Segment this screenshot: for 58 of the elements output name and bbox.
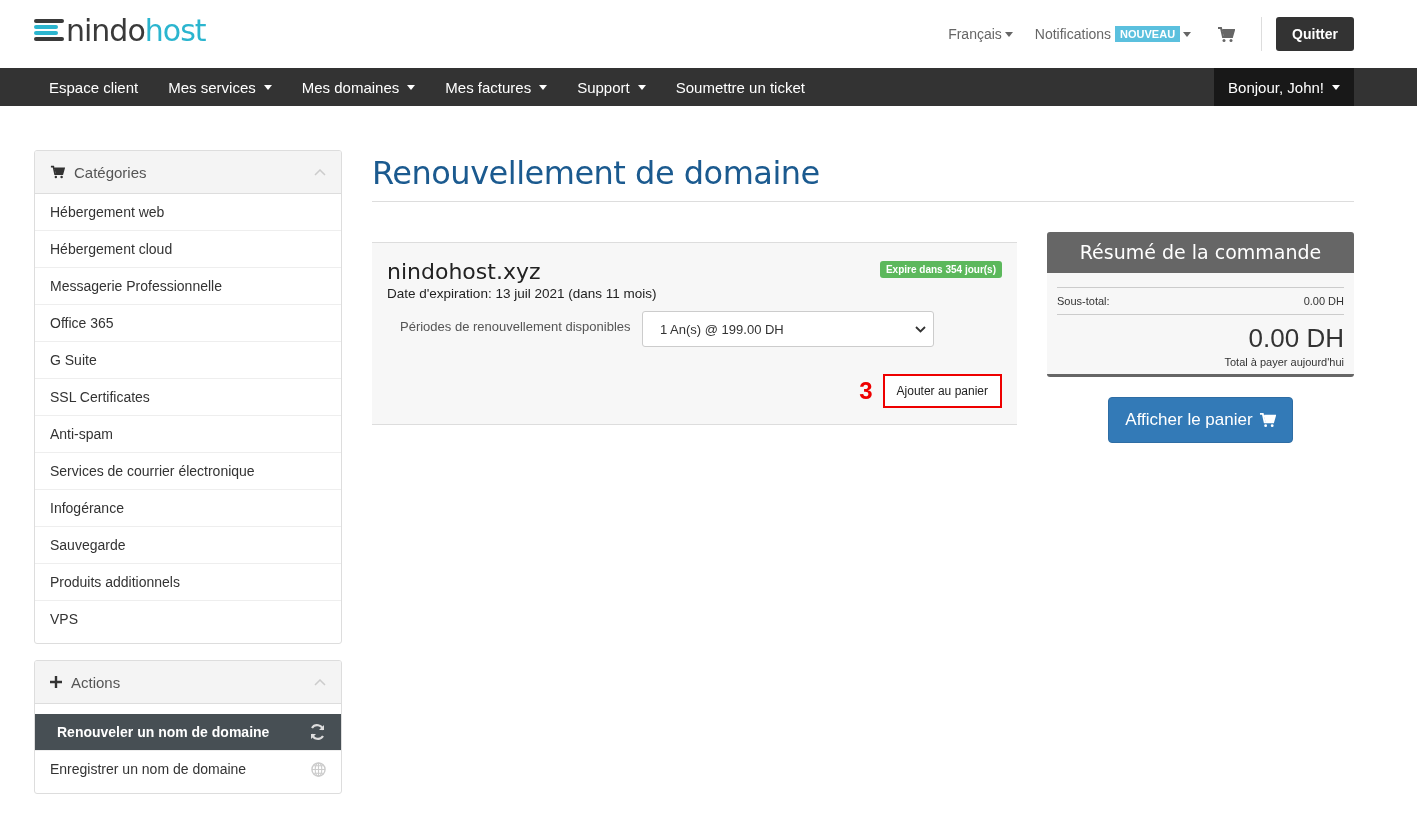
view-cart-button[interactable]: Afficher le panier [1108,397,1293,443]
subtotal-label: Sous-total: [1057,295,1110,307]
sidebar-item[interactable]: Produits additionnels [35,564,341,601]
sidebar-item[interactable]: SSL Certificates [35,379,341,416]
language-menu[interactable]: Français [948,26,1013,42]
server-stack-icon [34,19,64,41]
nav-item[interactable]: Soumettre un ticket [660,68,820,106]
step-number: 3 [859,377,873,405]
subtotal-value: 0.00 DH [1303,295,1344,307]
expiry-date: Date d'expiration: 13 juil 2021 (dans 11 mois) [387,286,658,301]
sidebar-item[interactable]: Hébergement cloud [35,231,341,268]
expiry-badge: Expire dans 354 jour(s) [879,261,1002,278]
user-menu[interactable]: Bonjour, John! [1214,68,1354,106]
sidebar-item[interactable]: Hébergement web [35,194,341,231]
nav-item[interactable]: Support [562,68,661,106]
chevron-down-icon [915,325,926,333]
domain-name: nindohost.xyz [387,259,541,284]
caret-icon [1332,84,1340,90]
panel-title: Actions [71,673,122,691]
chevron-up-icon [314,168,326,176]
total-amount: 0.00 DH [1247,323,1344,354]
add-to-cart-button[interactable]: Ajouter au panier [882,374,1002,408]
nav-item[interactable]: Mes services [153,68,287,106]
period-select[interactable]: 1 An(s) @ 199.00 DH [642,311,934,347]
sidebar-item[interactable]: Enregistrer un nom de domaine [35,751,341,787]
logout-button[interactable]: Quitter [1276,17,1354,51]
caret-icon [1183,31,1192,37]
cart-icon [50,165,65,179]
field-label: Périodes de renouvellement disponibles [399,318,632,334]
sidebar-item[interactable]: G Suite [35,342,341,379]
page-title: Renouvellement de domaine [372,154,1354,202]
nav-item[interactable]: Mes factures [430,68,563,106]
cart-icon [1217,25,1236,43]
sidebar-item[interactable]: VPS [35,601,341,637]
caret-icon [1004,31,1013,37]
sidebar-item[interactable]: Services de courrier électronique [35,453,341,490]
refresh-icon [309,724,326,740]
sidebar-item[interactable]: Sauvegarde [35,527,341,564]
panel-header[interactable]: Actions [35,661,341,704]
plus-icon [50,676,62,688]
sidebar-item[interactable]: Infogérance [35,490,341,527]
panel-header[interactable]: Catégories [35,151,341,194]
new-badge: NOUVEAU [1115,26,1181,42]
sidebar-item[interactable]: Office 365 [35,305,341,342]
panel-title: Catégories [74,163,148,181]
globe-icon [311,761,326,777]
nav-item[interactable]: Espace client [34,68,154,106]
logo-text[interactable]: nindohost [66,12,206,48]
sidebar-item[interactable]: Messagerie Professionnelle [35,268,341,305]
sidebar-item[interactable]: Anti-spam [35,416,341,453]
sidebar-item[interactable]: Renouveler un nom de domaine [35,714,341,751]
cart-link[interactable] [1217,25,1236,43]
cart-icon [1258,412,1276,428]
summary-title: Résumé de la commande [1047,232,1354,273]
total-label: Total à payer aujourd'hui [1223,356,1344,368]
notifications-menu[interactable]: Notifications NOUVEAU [1034,26,1192,42]
nav-item[interactable]: Mes domaines [286,68,431,106]
chevron-up-icon [314,678,326,686]
